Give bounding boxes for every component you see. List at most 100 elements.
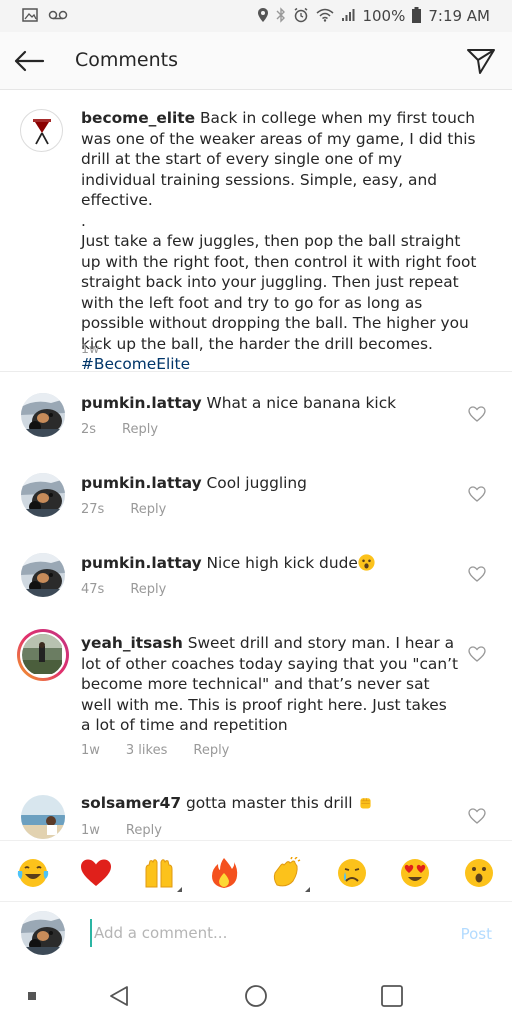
caption-text-3: Just take a few juggles, then pop the ba… xyxy=(81,232,477,353)
comment-item: pumkin.lattay Nice high kick dude 47s Re… xyxy=(0,545,512,615)
comment-meta: 2s Reply xyxy=(81,422,184,437)
avatar[interactable] xyxy=(21,795,65,839)
comment-username[interactable]: pumkin.lattay xyxy=(81,554,202,572)
red-heart-emoji-button[interactable] xyxy=(79,856,113,890)
fire-emoji-icon xyxy=(212,858,238,888)
comment-username[interactable]: yeah_itsash xyxy=(81,634,183,652)
post-button[interactable]: Post xyxy=(461,925,492,943)
comment-text: yeah_itsash Sweet drill and story man. I… xyxy=(81,633,461,736)
variant-indicator xyxy=(177,887,182,892)
arrow-left-icon xyxy=(14,50,45,72)
comment-meta: 27s Reply xyxy=(81,502,192,517)
battery-percent: 100% xyxy=(362,7,406,25)
avatar[interactable] xyxy=(20,109,63,152)
comment-input[interactable] xyxy=(90,919,420,947)
comment-text: pumkin.lattay Nice high kick dude xyxy=(81,553,461,574)
like-heart-icon[interactable] xyxy=(468,565,486,583)
comment-meta: 1w Reply xyxy=(81,823,188,838)
comment-item: pumkin.lattay Cool juggling 27s Reply xyxy=(0,465,512,535)
reply-button[interactable]: Reply xyxy=(126,823,162,838)
home-button[interactable] xyxy=(241,981,271,1011)
heart-eyes-emoji-button[interactable] xyxy=(398,856,432,890)
comment-item: pumkin.lattay What a nice banana kick 2s… xyxy=(0,385,512,455)
location-icon xyxy=(257,7,269,26)
raised-hands-emoji-button[interactable] xyxy=(142,856,182,892)
comment-body: Cool juggling xyxy=(201,474,307,492)
paper-plane-icon xyxy=(467,49,495,74)
comment-body: What a nice banana kick xyxy=(201,394,397,412)
laughing-tears-emoji-button[interactable] xyxy=(16,856,50,890)
image-icon xyxy=(22,7,38,25)
comment-time: 1w xyxy=(81,823,100,838)
avatar[interactable] xyxy=(21,393,65,437)
reply-button[interactable]: Reply xyxy=(130,502,166,517)
heart-eyes-emoji-icon xyxy=(401,859,429,887)
reply-button[interactable]: Reply xyxy=(193,743,229,758)
comment-body: gotta master this drill xyxy=(181,794,358,812)
red-heart-emoji-icon xyxy=(81,859,111,886)
crying-emoji-button[interactable] xyxy=(335,856,369,890)
reply-button[interactable]: Reply xyxy=(122,422,158,437)
share-button[interactable] xyxy=(464,44,498,78)
recents-button[interactable] xyxy=(17,981,47,1011)
avatar-photo xyxy=(22,634,62,674)
comment-username[interactable]: pumkin.lattay xyxy=(81,394,202,412)
back-triangle-icon xyxy=(110,986,128,1006)
surprised-emoji-icon xyxy=(465,859,493,887)
fire-emoji-button[interactable] xyxy=(207,856,241,890)
battery-icon xyxy=(412,6,422,26)
comment-text: pumkin.lattay Cool juggling xyxy=(81,473,461,494)
avatar[interactable] xyxy=(17,629,69,681)
status-bar: 100% 7:19 AM xyxy=(0,0,512,32)
comment-item: yeah_itsash Sweet drill and story man. I… xyxy=(0,625,512,775)
raised-fist-emoji-icon xyxy=(360,798,372,809)
comment-item: solsamer47 gotta master this drill 1w Re… xyxy=(0,785,512,840)
comment-text: solsamer47 gotta master this drill xyxy=(81,793,461,814)
like-heart-icon[interactable] xyxy=(468,645,486,663)
laughing-tears-emoji-icon xyxy=(17,859,49,887)
wifi-icon xyxy=(316,8,334,25)
add-comment-bar: Post xyxy=(0,903,512,965)
system-nav-bar xyxy=(0,965,512,1024)
caption-text: become_elite Back in college when my fir… xyxy=(81,108,481,375)
caption-time: 1w xyxy=(81,341,100,356)
surprised-emoji-button[interactable] xyxy=(462,856,496,890)
emoji-reactions-bar xyxy=(0,840,512,902)
comment-text: pumkin.lattay What a nice banana kick xyxy=(81,393,461,414)
raised-hands-emoji-icon xyxy=(145,859,173,888)
comment-time: 2s xyxy=(81,422,97,437)
caption-username[interactable]: become_elite xyxy=(81,109,195,127)
comment-username[interactable]: solsamer47 xyxy=(81,794,181,812)
hashtag-link[interactable]: #BecomeElite xyxy=(81,355,190,373)
likes-count[interactable]: 3 likes xyxy=(126,743,167,758)
back-button[interactable] xyxy=(12,45,46,77)
recents-square-icon xyxy=(28,992,36,1000)
avatar[interactable] xyxy=(21,553,65,597)
reply-button[interactable]: Reply xyxy=(130,582,166,597)
overview-square-icon xyxy=(381,985,403,1007)
comment-meta: 1w 3 likes Reply xyxy=(81,743,255,758)
comment-username[interactable]: pumkin.lattay xyxy=(81,474,202,492)
comment-body: Nice high kick dude xyxy=(201,554,358,572)
caption-separator: . xyxy=(81,211,86,230)
like-heart-icon[interactable] xyxy=(468,807,486,825)
alarm-icon xyxy=(293,7,309,26)
comment-time: 27s xyxy=(81,502,105,517)
page-title: Comments xyxy=(75,49,178,71)
home-circle-icon xyxy=(245,985,267,1007)
avatar[interactable] xyxy=(21,473,65,517)
clapping-hands-emoji-icon xyxy=(273,857,301,887)
clapping-hands-emoji-button[interactable] xyxy=(270,856,310,892)
avatar-photo xyxy=(21,795,65,839)
avatar xyxy=(21,911,65,955)
become-elite-logo-icon xyxy=(32,118,51,144)
crying-emoji-icon xyxy=(338,859,366,887)
surprised-emoji-icon xyxy=(358,554,375,571)
comment-meta: 47s Reply xyxy=(81,582,192,597)
overview-button[interactable] xyxy=(377,981,407,1011)
bluetooth-icon xyxy=(276,6,286,26)
like-heart-icon[interactable] xyxy=(468,485,486,503)
variant-indicator xyxy=(305,887,310,892)
like-heart-icon[interactable] xyxy=(468,405,486,423)
nav-back-button[interactable] xyxy=(104,981,134,1011)
